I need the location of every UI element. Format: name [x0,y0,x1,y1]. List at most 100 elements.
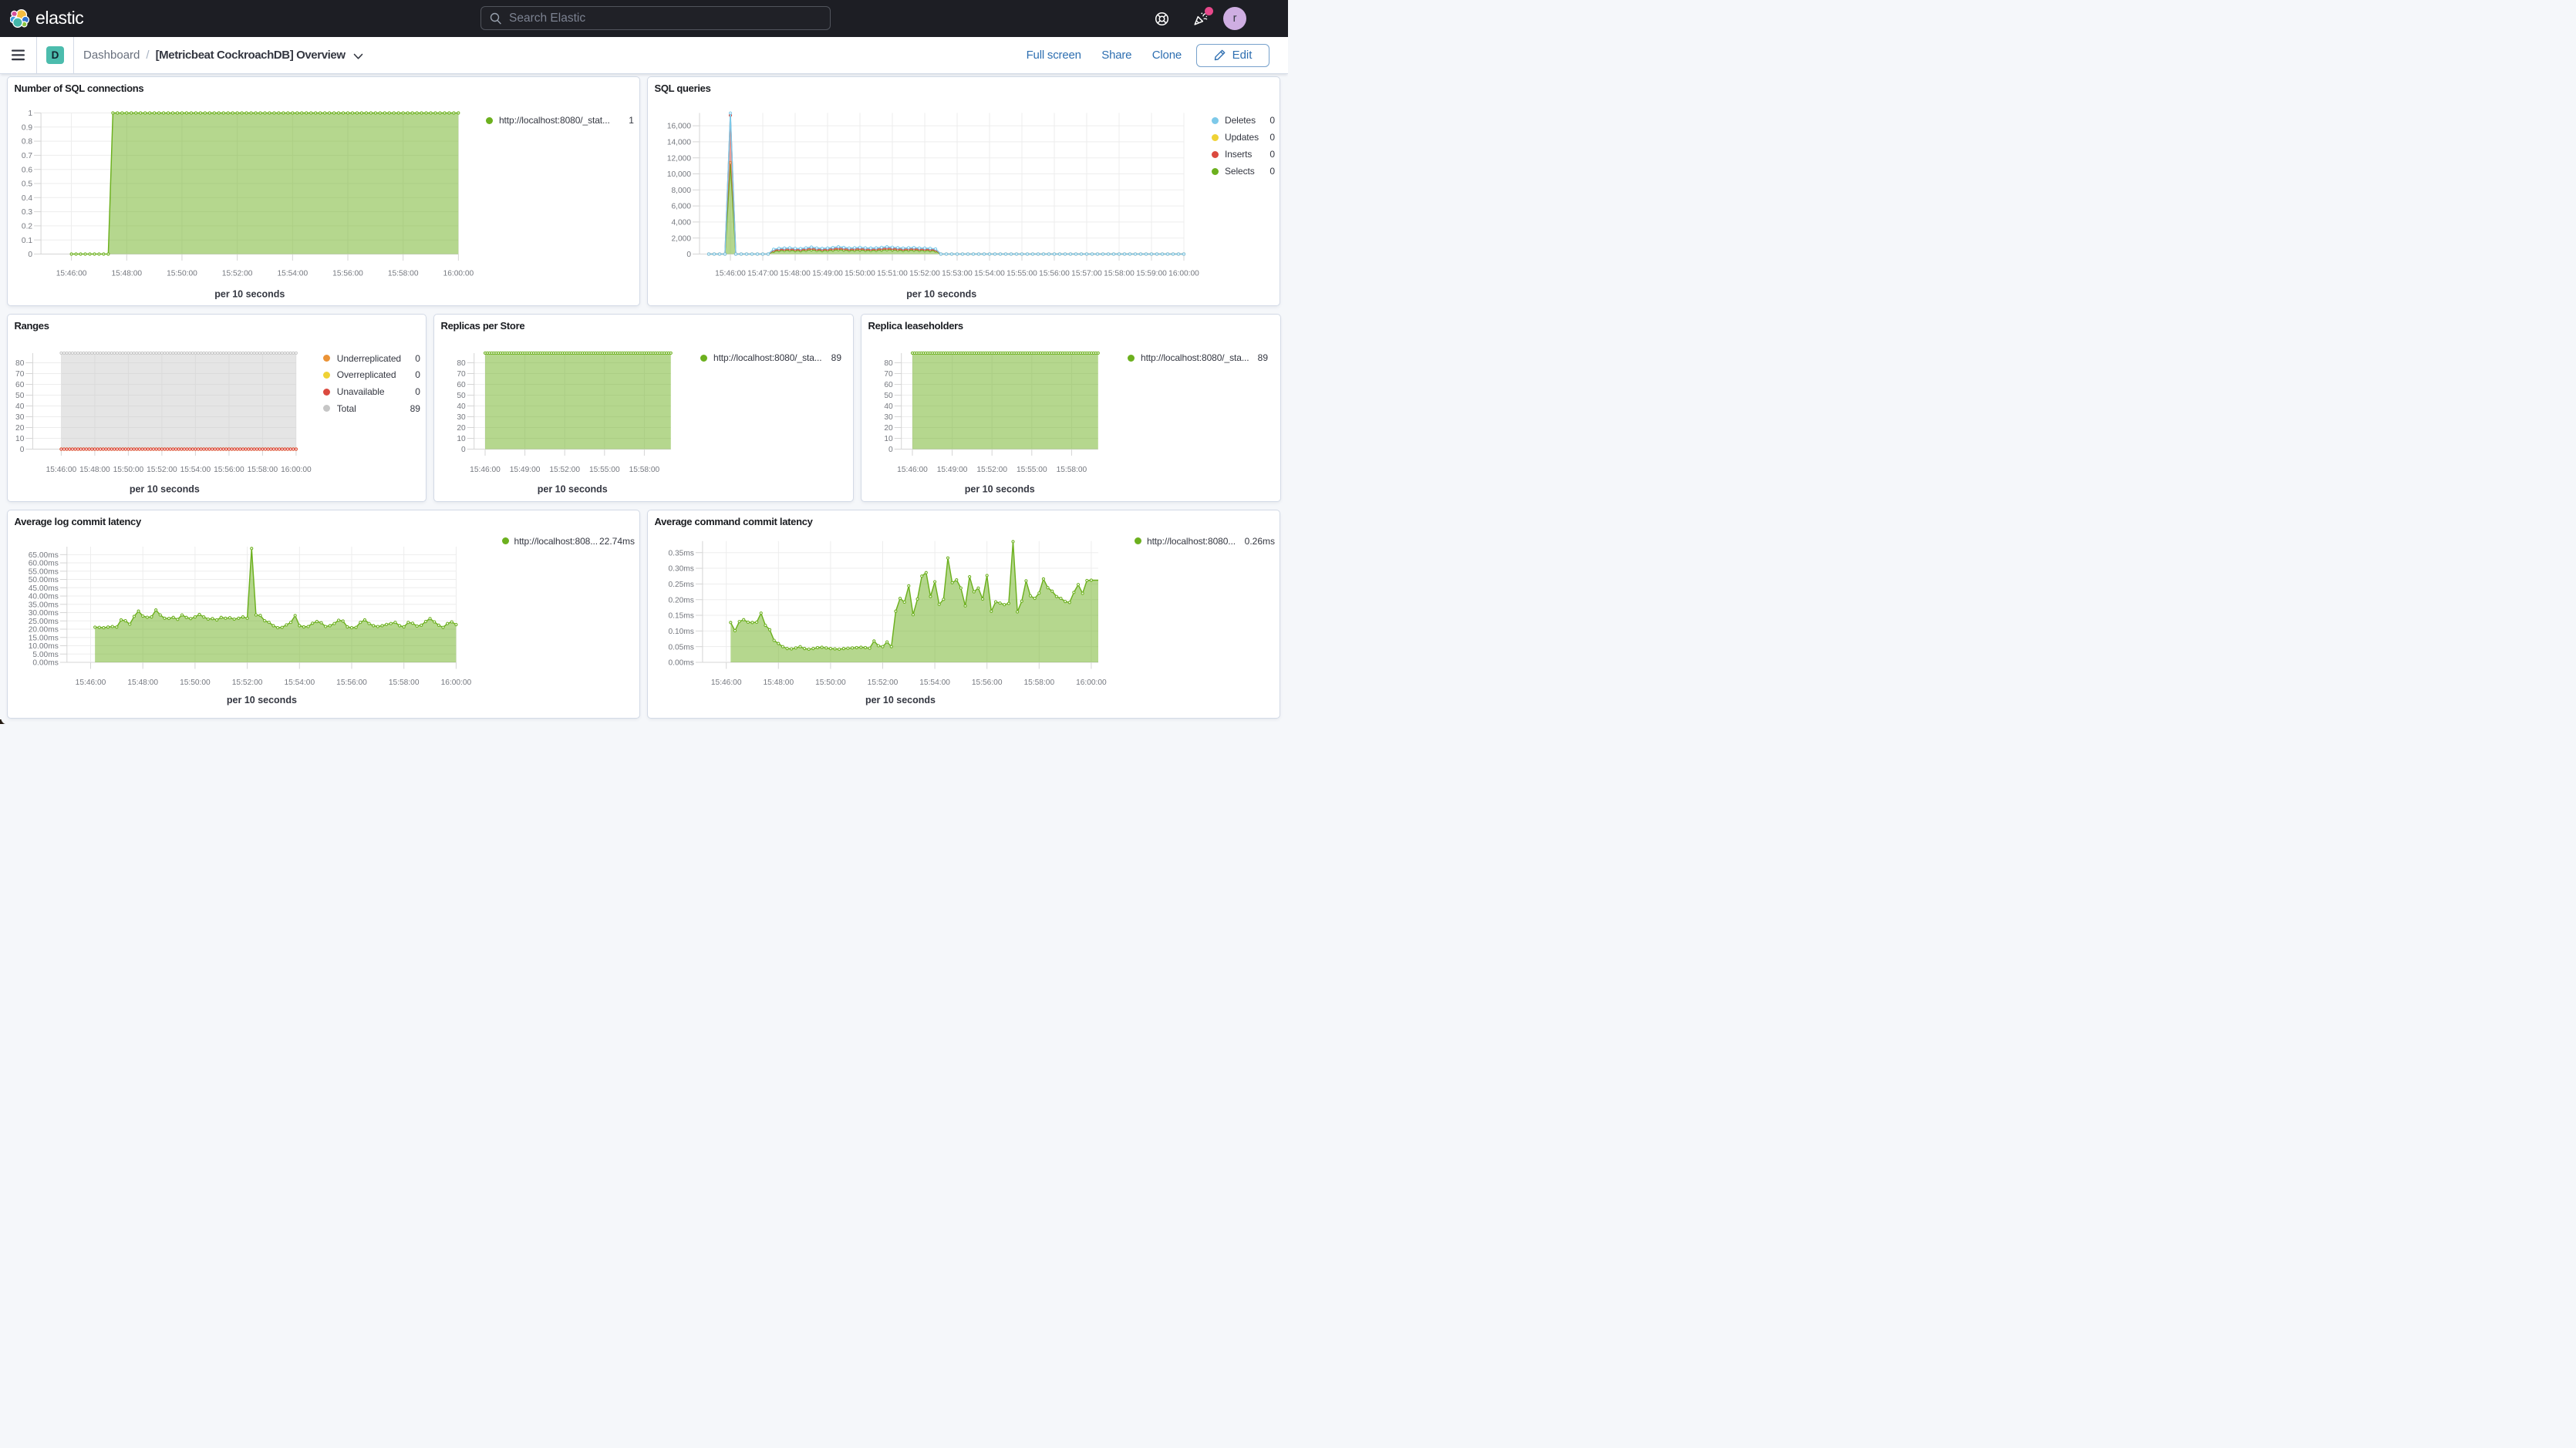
legend-row[interactable]: Total89 [323,402,420,416]
breadcrumb-separator: / [140,49,155,62]
legend-row[interactable]: http://localhost:8080/_sta...89 [700,351,842,365]
svg-text:6,000: 6,000 [672,203,692,211]
legend-row[interactable]: http://localhost:8080/_stat...1 [486,113,634,127]
sql-queries-chart[interactable]: 02,0004,0006,0008,00010,00012,00014,0001… [648,77,1280,305]
svg-text:14,000: 14,000 [667,138,691,146]
series-area-http-localhost-8080-stat- [72,113,459,254]
search-icon [490,12,502,25]
legend-row[interactable]: Deletes0 [1212,113,1275,127]
svg-text:40: 40 [457,402,466,411]
legend-label: Overreplicated [337,369,396,380]
search-placeholder: Search Elastic [509,12,585,25]
breadcrumb-dashboard[interactable]: Dashboard [83,49,140,62]
replica-leaseholders-chart[interactable]: 0102030405060708015:46:0015:49:0015:52:0… [861,315,1280,501]
menu-button[interactable] [0,37,36,73]
svg-text:25.00ms: 25.00ms [29,618,59,626]
legend-label: http://localhost:8080/_sta... [713,352,822,363]
logo-wordmark: elastic [35,8,83,29]
user-avatar[interactable]: r [1223,7,1246,30]
legend-label: http://localhost:8080/_sta... [1141,352,1249,363]
search-input[interactable]: Search Elastic [480,6,831,30]
svg-text:15:49:00: 15:49:00 [812,270,843,278]
legend-value: 0 [415,353,420,364]
elastic-logo[interactable]: elastic [10,8,83,29]
svg-text:20.00ms: 20.00ms [29,626,59,635]
legend-dot [1128,355,1135,362]
replicas-per-store-chart[interactable]: 0102030405060708015:46:0015:49:0015:52:0… [434,315,853,501]
svg-text:50: 50 [15,392,25,400]
help-icon [1155,12,1169,26]
legend-row[interactable]: Updates 0 [1212,130,1275,144]
svg-text:15:59:00: 15:59:00 [1136,270,1167,278]
legend-row[interactable]: http://localhost:8080...0.26ms [1135,534,1275,548]
notification-dot [1205,7,1213,15]
svg-text:15:52:00: 15:52:00 [549,466,580,474]
legend-dot [1212,168,1219,175]
legend-dot [323,405,330,412]
svg-text:0.25ms: 0.25ms [668,581,693,589]
svg-text:0.1: 0.1 [22,237,32,245]
svg-text:15:49:00: 15:49:00 [937,466,968,474]
legend-label: Selects [1225,166,1255,177]
svg-text:15:54:00: 15:54:00 [180,466,211,474]
legend-row[interactable]: Overreplicated0 [323,368,420,382]
svg-text:0.6: 0.6 [22,166,32,174]
help-menu-button[interactable] [1154,11,1169,26]
legend-dot [323,355,330,362]
chevron-down-icon[interactable] [353,53,363,60]
legend-dot [1212,117,1219,124]
svg-text:0.10ms: 0.10ms [668,628,693,636]
legend-dot [1135,537,1141,544]
legend-row[interactable]: Selects0 [1212,164,1275,178]
svg-text:0.5: 0.5 [22,180,32,189]
legend-value: 0 [1269,132,1275,143]
svg-text:15:58:00: 15:58:00 [248,466,278,474]
legend-row[interactable]: Inserts0 [1212,147,1275,161]
svg-text:15:50:00: 15:50:00 [815,679,846,687]
panel-average-log-commit-latency: Average log commit latency 0.00ms5.00ms1… [7,510,640,719]
series-area-http-localhost-8080-sta- [485,353,671,450]
svg-text:10: 10 [457,435,466,443]
legend-label: Updates [1225,132,1259,143]
edit-button[interactable]: Edit [1196,44,1269,67]
svg-text:15:46:00: 15:46:00 [76,679,106,687]
svg-text:50.00ms: 50.00ms [29,576,59,584]
svg-text:0: 0 [888,446,893,454]
legend-row[interactable]: Underreplicated0 [323,352,420,365]
svg-text:0: 0 [686,251,691,259]
svg-text:10.00ms: 10.00ms [29,642,59,651]
svg-text:12,000: 12,000 [667,154,691,163]
sql-connections-chart[interactable]: 00.10.20.30.40.50.60.70.80.9115:46:0015:… [8,77,639,305]
svg-text:50: 50 [884,392,893,400]
svg-text:0.00ms: 0.00ms [32,659,58,668]
svg-text:8,000: 8,000 [672,187,692,195]
panel-number-of-sql-connections: Number of SQL connections 00.10.20.30.40… [7,76,640,306]
svg-text:15:58:00: 15:58:00 [1057,466,1087,474]
x-axis-label: per 10 seconds [906,289,976,300]
svg-text:15:56:00: 15:56:00 [214,466,244,474]
dashboard-app-badge[interactable]: D [46,46,64,64]
full-screen-link[interactable]: Full screen [1027,49,1081,62]
svg-text:15:58:00: 15:58:00 [389,679,420,687]
svg-text:0.00ms: 0.00ms [668,659,693,668]
svg-text:45.00ms: 45.00ms [29,584,59,593]
svg-text:16:00:00: 16:00:00 [1168,270,1199,278]
legend-row[interactable]: http://localhost:808...22.74ms [502,534,636,548]
svg-text:15:55:00: 15:55:00 [1006,270,1037,278]
svg-text:0.8: 0.8 [22,138,32,146]
svg-text:65.00ms: 65.00ms [29,551,59,560]
legend-dot [1212,151,1219,158]
newsfeed-button[interactable] [1193,11,1209,26]
svg-text:80: 80 [457,359,466,368]
svg-text:4,000: 4,000 [672,218,692,227]
legend-row[interactable]: Unavailable0 [323,385,420,399]
share-link[interactable]: Share [1101,49,1131,62]
legend-value: 89 [1258,352,1268,363]
clone-link[interactable]: Clone [1152,49,1182,62]
legend-value: 0.26ms [1245,536,1275,547]
svg-text:15:48:00: 15:48:00 [79,466,110,474]
legend-row[interactable]: http://localhost:8080/_sta... 89 [1128,351,1269,365]
legend-dot [502,537,509,544]
svg-text:15:54:00: 15:54:00 [284,679,315,687]
svg-text:70: 70 [15,370,25,379]
